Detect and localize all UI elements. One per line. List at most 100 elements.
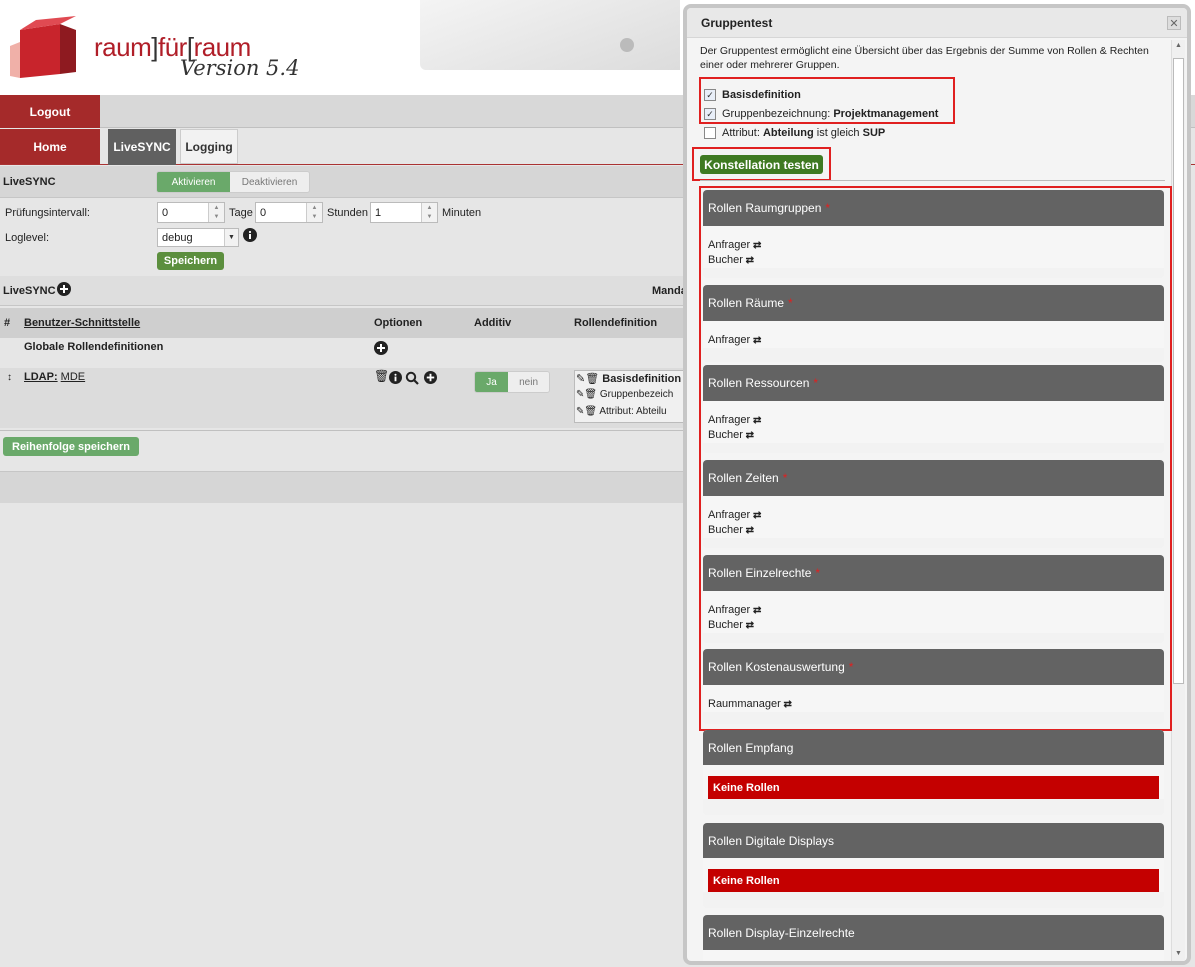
- group-test-dialog: Gruppentest ✕ ▲ ▼ Der Gruppentest ermögl…: [683, 4, 1191, 965]
- role-name: Anfrager: [708, 414, 751, 426]
- scroll-thumb[interactable]: [1173, 58, 1184, 684]
- logout-button[interactable]: Logout: [0, 95, 100, 128]
- add-circle-icon[interactable]: [57, 282, 71, 296]
- role-group-title-text: Rollen Raumgruppen: [708, 201, 822, 215]
- role-group-body: Keine Rollen: [703, 858, 1164, 892]
- option-gruppenbezeichnung[interactable]: ✓ Gruppenbezeichnung: Projektmanagement: [704, 108, 938, 120]
- hours-spinner-icon[interactable]: ▲ ▼: [306, 203, 322, 222]
- scroll-up-icon[interactable]: ▲: [1173, 42, 1184, 53]
- shuffle-icon[interactable]: ⇄: [743, 620, 754, 631]
- column-header-roledef: Rollendefinition: [574, 317, 658, 329]
- add-circle-icon[interactable]: [374, 341, 388, 355]
- role-group-body: Keine Rollen: [703, 765, 1164, 799]
- role-group: Rollen Einzelrechte * Anfrager ⇄ Bucher ⇄: [703, 555, 1164, 643]
- role-group-title-text: Rollen Display-Einzelrechte: [708, 925, 855, 940]
- shuffle-icon[interactable]: ⇄: [743, 430, 754, 441]
- required-marker: *: [848, 660, 854, 674]
- additive-yes-button[interactable]: Ja: [475, 372, 509, 392]
- add-circle-icon[interactable]: [424, 371, 437, 384]
- test-constellation-button[interactable]: Konstellation testen: [700, 155, 823, 174]
- list-item: Anfrager ⇄: [708, 238, 1159, 253]
- deactivate-button[interactable]: Deaktivieren: [230, 172, 309, 192]
- livesync-settings-title: LiveSYNC: [3, 176, 56, 188]
- role-group-title-text: Rollen Digitale Displays: [708, 833, 835, 848]
- column-header-interface[interactable]: Benutzer-Schnittstelle: [24, 317, 140, 329]
- ldap-row-label[interactable]: LDAP: MDE: [24, 371, 85, 383]
- role-group-title: Rollen Empfang: [703, 730, 1164, 765]
- checkbox-icon[interactable]: [704, 127, 716, 139]
- shuffle-icon[interactable]: ⇄: [750, 240, 761, 251]
- trash-icon[interactable]: 🗑: [584, 389, 597, 400]
- column-header-number: #: [4, 317, 11, 329]
- livesync-list-bar: LiveSYNC Manda: [0, 276, 690, 306]
- tab-logging[interactable]: Logging: [180, 129, 238, 164]
- dialog-scrollbar[interactable]: ▲ ▼: [1171, 40, 1185, 961]
- role-name: Bucher: [708, 524, 743, 536]
- role-name: Bucher: [708, 429, 743, 441]
- list-item: Anfrager ⇄: [708, 508, 1159, 523]
- checkbox-checked-icon[interactable]: ✓: [704, 89, 716, 101]
- role-group-title-text: Rollen Einzelrechte: [708, 566, 812, 580]
- shuffle-icon[interactable]: ⇄: [750, 605, 761, 616]
- divider: [700, 180, 1165, 181]
- shuffle-icon[interactable]: ⇄: [743, 255, 754, 266]
- additive-toggle[interactable]: Ja nein: [474, 371, 550, 393]
- role-group-body: Anfrager ⇄: [703, 321, 1164, 348]
- home-button[interactable]: Home: [0, 129, 100, 164]
- required-marker: *: [782, 471, 788, 485]
- scroll-down-icon[interactable]: ▼: [1173, 950, 1184, 961]
- role-group-title-text: Rollen Zeiten: [708, 471, 779, 485]
- save-settings-button[interactable]: Speichern: [157, 252, 224, 270]
- info-icon[interactable]: [243, 228, 257, 242]
- shuffle-icon[interactable]: ⇄: [750, 415, 761, 426]
- role-group-title: Rollen Kostenauswertung *: [703, 649, 1164, 685]
- close-icon[interactable]: ✕: [1167, 16, 1181, 30]
- list-item: Bucher ⇄: [708, 618, 1159, 633]
- option-attribut[interactable]: Attribut: Abteilung ist gleich SUP: [704, 127, 885, 139]
- table-header: # Benutzer-Schnittstelle Optionen Additi…: [0, 308, 690, 338]
- drag-handle-icon[interactable]: ↕: [7, 372, 12, 383]
- livesync-settings-bar: LiveSYNC Aktivieren Deaktivieren: [0, 166, 690, 198]
- shuffle-icon[interactable]: ⇄: [750, 335, 761, 346]
- minutes-unit: Minuten: [442, 207, 482, 219]
- shuffle-icon[interactable]: ⇄: [743, 525, 754, 536]
- minutes-input[interactable]: 1 ▲ ▼: [370, 202, 438, 223]
- trash-icon[interactable]: 🗑: [584, 406, 597, 417]
- divider: [0, 430, 690, 431]
- save-order-button[interactable]: Reihenfolge speichern: [3, 437, 139, 456]
- hours-input[interactable]: 0 ▲ ▼: [255, 202, 323, 223]
- header-knob: [620, 38, 634, 52]
- list-item: ✎🗑 Basisdefinition: [576, 373, 682, 385]
- shuffle-icon[interactable]: ⇄: [750, 510, 761, 521]
- chevron-down-icon[interactable]: ▼: [224, 229, 238, 246]
- days-spinner-icon[interactable]: ▲ ▼: [208, 203, 224, 222]
- tab-livesync[interactable]: LiveSYNC: [108, 129, 176, 165]
- role-group-body: Anfrager ⇄ Bucher ⇄: [703, 496, 1164, 538]
- option-basisdefinition[interactable]: ✓ Basisdefinition: [704, 89, 801, 101]
- role-group-title: Rollen Display-Einzelrechte: [703, 915, 1164, 950]
- checkbox-checked-icon[interactable]: ✓: [704, 108, 716, 120]
- role-group-body: [703, 950, 1164, 961]
- role-group-title-text: Rollen Empfang: [708, 740, 794, 755]
- column-header-additive: Additiv: [474, 317, 512, 329]
- days-input[interactable]: 0 ▲ ▼: [157, 202, 225, 223]
- info-icon[interactable]: [389, 371, 402, 384]
- loglevel-select[interactable]: debug ▼: [157, 228, 239, 247]
- trash-icon[interactable]: 🗑: [585, 373, 599, 385]
- pencil-icon[interactable]: ✎: [576, 373, 585, 385]
- table-row: ↕ LDAP: MDE 🗑 Ja nein ✎🗑 Basisdefinition…: [0, 368, 690, 428]
- minutes-spinner-icon[interactable]: ▲ ▼: [421, 203, 437, 222]
- trash-icon[interactable]: 🗑: [374, 370, 389, 382]
- additive-no-button[interactable]: nein: [508, 372, 549, 392]
- mandant-label: Manda: [652, 285, 687, 297]
- loglevel-label: Loglevel:: [5, 232, 50, 244]
- shuffle-icon[interactable]: ⇄: [781, 699, 792, 710]
- livesync-activation-toggle[interactable]: Aktivieren Deaktivieren: [156, 171, 310, 193]
- list-item: Bucher ⇄: [708, 428, 1159, 443]
- dialog-description: Der Gruppentest ermöglicht eine Übersich…: [700, 45, 1149, 71]
- role-group: Rollen Digitale Displays Keine Rollen: [703, 823, 1164, 908]
- logo-cube-icon: [10, 16, 76, 78]
- search-icon[interactable]: [405, 371, 419, 385]
- activate-button[interactable]: Aktivieren: [157, 172, 231, 192]
- global-roles-label: Globale Rollendefinitionen: [24, 341, 164, 353]
